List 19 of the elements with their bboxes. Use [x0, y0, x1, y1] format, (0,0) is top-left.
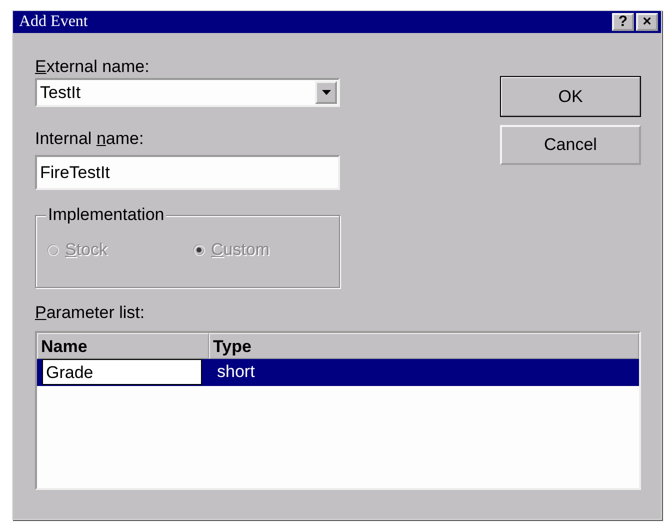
close-button[interactable]: ×: [636, 13, 658, 31]
table-row[interactable]: Grade short: [37, 359, 639, 386]
column-header[interactable]: Type: [209, 333, 639, 359]
column-header[interactable]: Name: [37, 333, 209, 359]
internal-name-field[interactable]: FireTestIt: [35, 155, 340, 190]
external-name-dropdown[interactable]: TestIt: [37, 80, 338, 105]
radio-label: Stock: [65, 240, 108, 260]
cancel-button[interactable]: Cancel: [500, 125, 641, 165]
field-label: External name:: [35, 57, 150, 76]
ok-button[interactable]: OK: [500, 76, 641, 117]
group-title: Implementation: [46, 205, 166, 225]
window-title: Add Event: [19, 13, 89, 31]
radio-label: Custom: [211, 240, 270, 260]
table-cell-text: short: [216, 361, 256, 383]
help-button[interactable]: ?: [612, 13, 634, 31]
dropdown-arrow-icon[interactable]: [322, 90, 330, 95]
field-label: Internal name:: [35, 129, 144, 148]
cell-edit-field[interactable]: Grade: [42, 359, 202, 385]
field-label: Parameter list:: [35, 303, 145, 322]
